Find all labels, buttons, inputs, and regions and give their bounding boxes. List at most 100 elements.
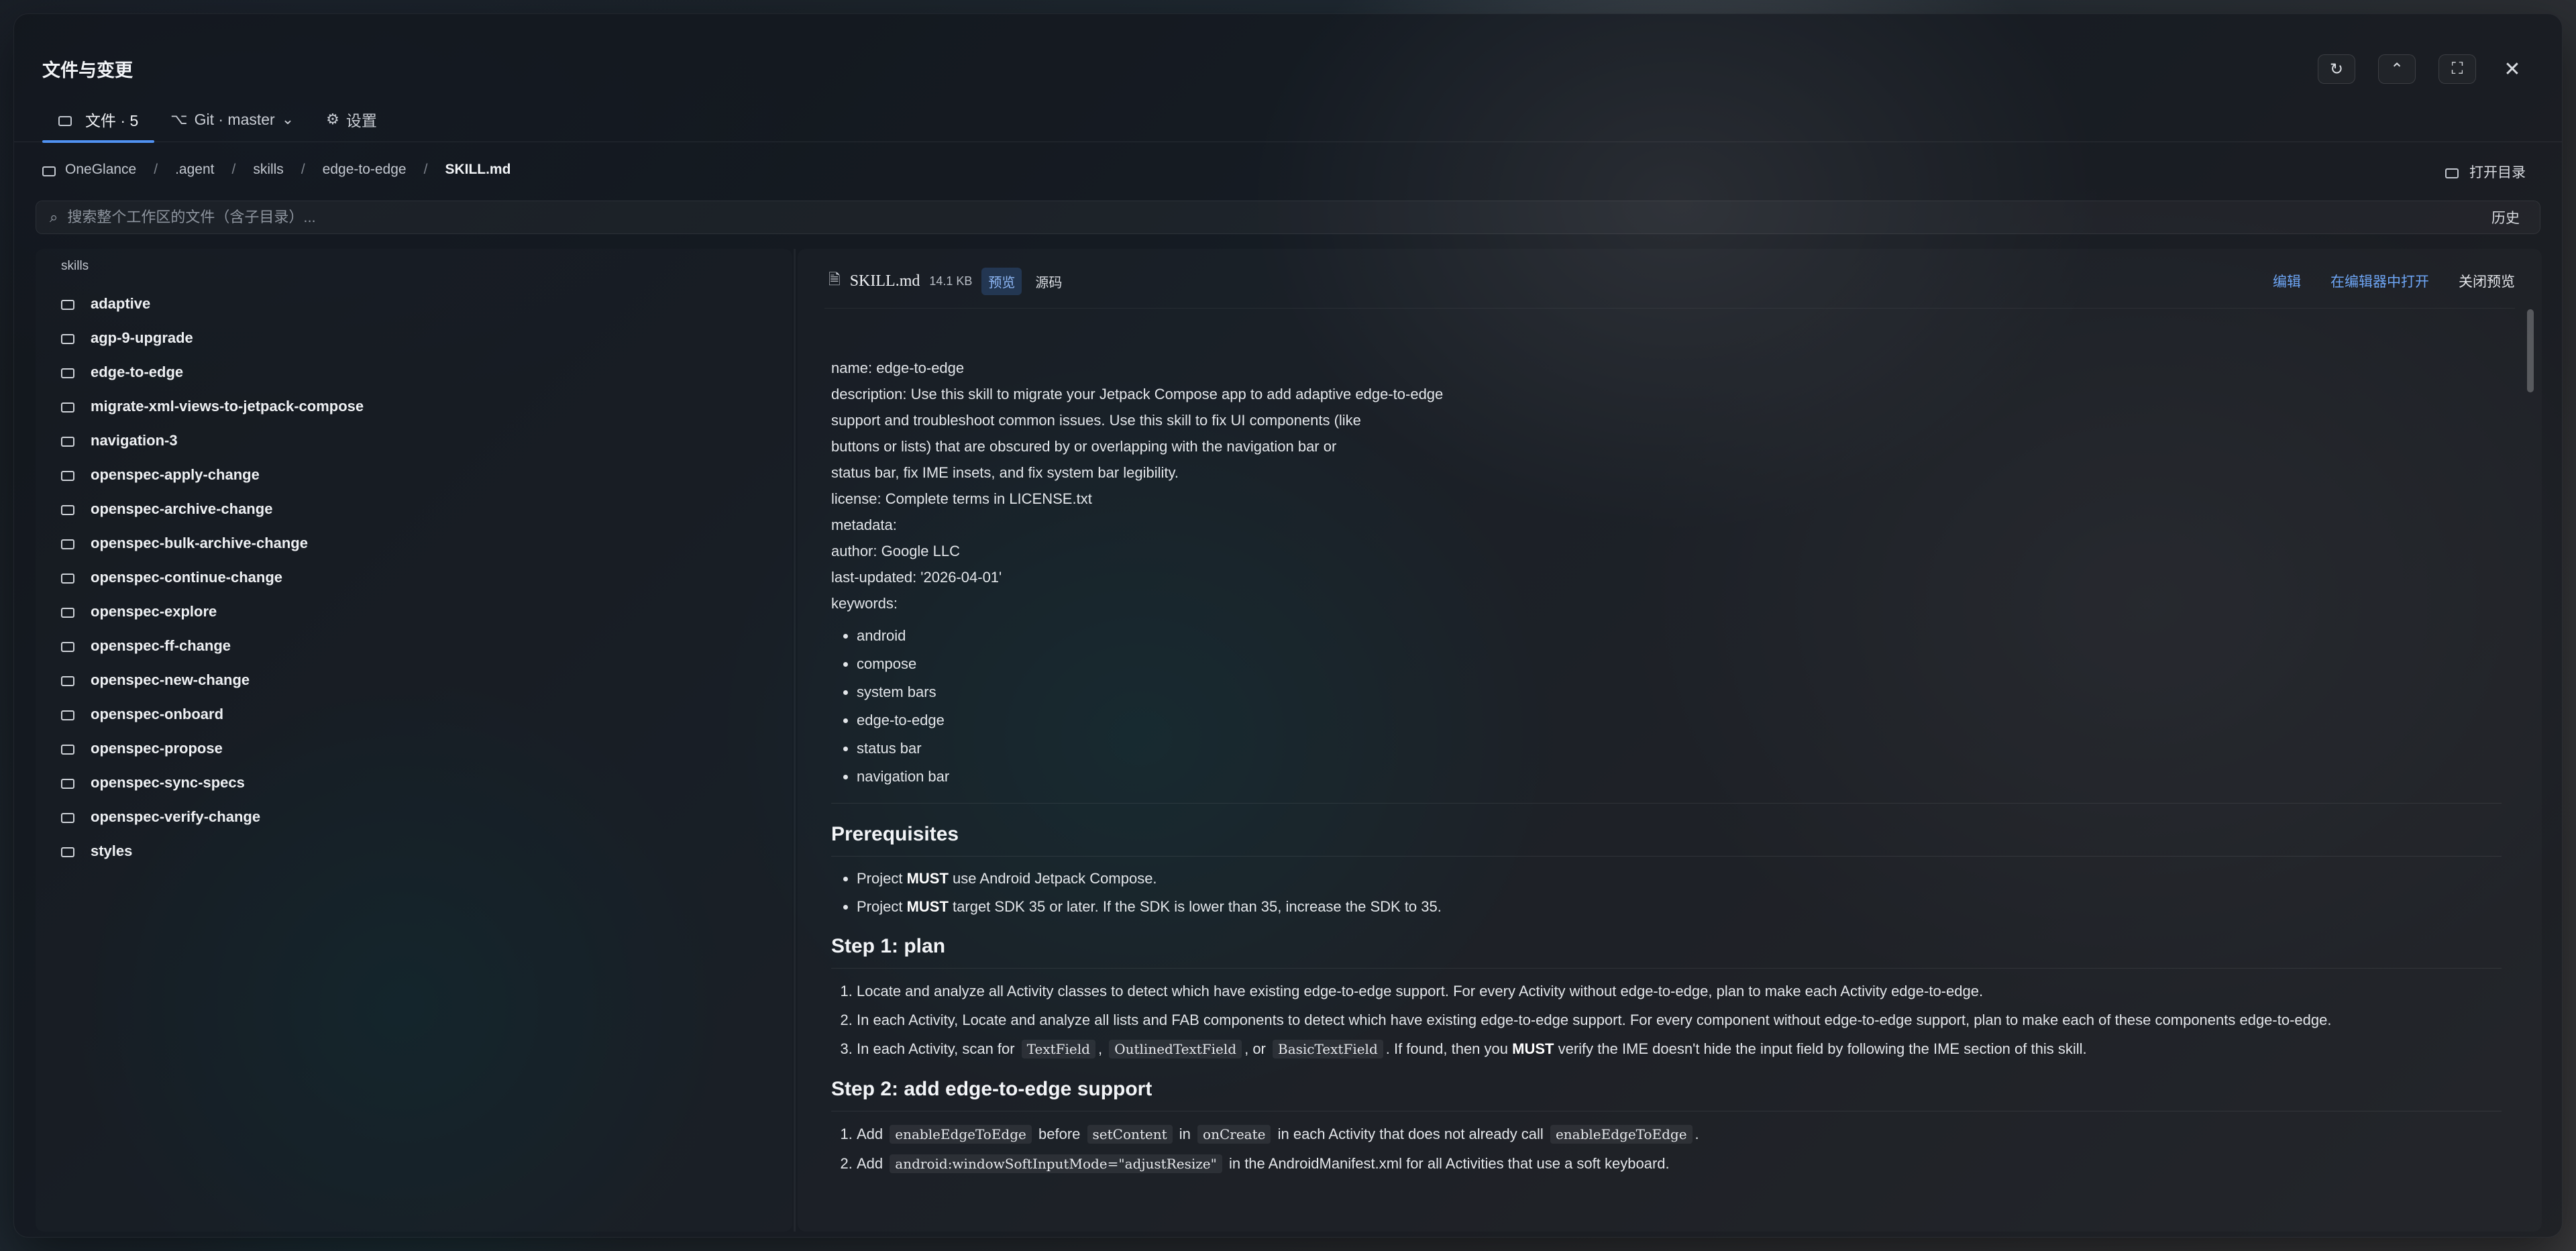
inline-code: enableEdgeToEdge — [1550, 1125, 1693, 1144]
folder-item[interactable]: styles — [61, 834, 364, 868]
frontmatter-line: status bar, fix IME insets, and fix syst… — [831, 464, 1179, 481]
maximize-button[interactable]: ⛶ — [2438, 54, 2476, 84]
breadcrumb-item[interactable]: .agent — [172, 162, 217, 178]
breadcrumb-current: SKILL.md — [445, 162, 511, 177]
folder-icon — [61, 334, 74, 344]
search-input[interactable] — [67, 209, 2491, 226]
keywords-list: android compose system bars edge-to-edge… — [831, 622, 2502, 791]
git-branch-icon: ⌥ — [170, 111, 188, 127]
step1-list: Locate and analyze all Activity classes … — [831, 977, 2502, 1064]
prerequisites-list: Project MUST use Android Jetpack Compose… — [831, 865, 2502, 921]
breadcrumb-item[interactable]: edge-to-edge — [320, 162, 409, 178]
folder-item[interactable]: openspec-bulk-archive-change — [61, 526, 364, 560]
list-item: status bar — [857, 735, 2502, 763]
preview-header: 🗎 SKILL.md 14.1 KB 预览 源码 编辑 在编辑器中打开 关闭预览 — [828, 266, 2515, 296]
section-heading: Prerequisites — [831, 821, 2502, 857]
folder-item[interactable]: openspec-onboard — [61, 697, 364, 731]
chevron-up-icon: ⌃ — [2390, 60, 2404, 78]
preview-scrollbar[interactable] — [2527, 309, 2534, 1221]
tab-git[interactable]: ⌥ Git · master ⌄ — [154, 100, 310, 142]
folder-item[interactable]: migrate-xml-views-to-jetpack-compose — [61, 389, 364, 423]
preview-mode-button[interactable]: 预览 — [981, 267, 1022, 295]
folder-icon — [61, 710, 74, 720]
folder-name: openspec-explore — [91, 602, 217, 620]
preview-actions: 编辑 在编辑器中打开 关闭预览 — [2273, 271, 2515, 291]
refresh-icon: ↻ — [2329, 60, 2344, 78]
folder-name: styles — [91, 842, 133, 859]
window-title: 文件与变更 — [42, 60, 133, 80]
folder-icon — [61, 539, 74, 549]
tab-settings[interactable]: ⚙ 设置 — [310, 100, 393, 142]
folder-icon — [61, 847, 74, 857]
folder-icon — [61, 779, 74, 789]
frontmatter-line: author: Google LLC — [831, 543, 961, 559]
frontmatter-line: last-updated: '2026-04-01' — [831, 569, 1002, 586]
collapse-button[interactable]: ⌃ — [2378, 54, 2416, 84]
panel-resize-handle[interactable] — [794, 249, 796, 1232]
file-size: 14.1 KB — [929, 274, 973, 288]
breadcrumb-item[interactable]: skills — [250, 162, 286, 178]
close-button[interactable]: ✕ — [2499, 54, 2526, 84]
folder-icon — [61, 608, 74, 618]
file-tree: adaptive agp-9-upgrade edge-to-edge migr… — [61, 286, 364, 868]
folder-name: openspec-apply-change — [91, 466, 260, 483]
folder-item[interactable]: agp-9-upgrade — [61, 321, 364, 355]
file-name: SKILL.md — [849, 272, 920, 290]
open-directory-button[interactable]: 打开目录 — [2445, 162, 2526, 182]
folder-name: openspec-onboard — [91, 705, 224, 722]
folder-icon — [2445, 168, 2459, 178]
frontmatter-line: support and troubleshoot common issues. … — [831, 412, 1361, 429]
scrollbar-thumb[interactable] — [2527, 309, 2534, 392]
file-icon: 🗎 — [828, 271, 841, 288]
folder-item[interactable]: navigation-3 — [61, 423, 364, 457]
folder-item[interactable]: openspec-archive-change — [61, 492, 364, 526]
tab-files[interactable]: 文件 · 5 — [42, 100, 155, 143]
breadcrumb-separator: / — [301, 162, 305, 177]
tab-settings-label: 设置 — [345, 112, 377, 129]
folder-item[interactable]: openspec-apply-change — [61, 457, 364, 492]
folder-icon — [61, 813, 74, 823]
folder-icon — [61, 505, 74, 515]
folder-name: edge-to-edge — [91, 363, 184, 380]
folder-item[interactable]: openspec-continue-change — [61, 560, 364, 594]
frontmatter-line: description: Use this skill to migrate y… — [831, 386, 1444, 402]
inline-code: TextField — [1021, 1040, 1095, 1058]
folder-name: navigation-3 — [91, 431, 178, 449]
folder-item[interactable]: openspec-sync-specs — [61, 765, 364, 800]
tab-files-label: 文件 · 5 — [85, 112, 139, 129]
folder-name: openspec-bulk-archive-change — [91, 534, 308, 551]
inline-code: android:windowSoftInputMode="adjustResiz… — [890, 1154, 1222, 1173]
folder-item[interactable]: openspec-ff-change — [61, 629, 364, 663]
list-item: navigation bar — [857, 763, 2502, 791]
folder-icon — [61, 402, 74, 413]
folder-name: openspec-new-change — [91, 671, 250, 688]
list-item: Locate and analyze all Activity classes … — [857, 977, 2502, 1005]
frontmatter-line: metadata: — [831, 516, 897, 533]
open-in-editor-button[interactable]: 在编辑器中打开 — [2330, 271, 2429, 291]
refresh-button[interactable]: ↻ — [2318, 54, 2355, 84]
source-mode-button[interactable]: 源码 — [1028, 268, 1069, 295]
folder-name: adaptive — [91, 294, 151, 312]
edit-button[interactable]: 编辑 — [2273, 271, 2301, 291]
list-item: In each Activity, scan for TextField, Ou… — [857, 1034, 2502, 1064]
markdown-document: name: edge-to-edge description: Use this… — [831, 355, 2502, 1179]
folder-item[interactable]: edge-to-edge — [61, 355, 364, 389]
folder-item[interactable]: openspec-propose — [61, 731, 364, 765]
folder-item[interactable]: openspec-new-change — [61, 663, 364, 697]
breadcrumb: OneGlance / .agent / skills / edge-to-ed… — [42, 162, 513, 178]
folder-name: openspec-archive-change — [91, 500, 273, 517]
section-heading: Step 2: add edge-to-edge support — [831, 1076, 2502, 1111]
folder-item[interactable]: openspec-verify-change — [61, 800, 364, 834]
history-button[interactable]: 历史 — [2491, 207, 2526, 227]
inline-code: OutlinedTextField — [1109, 1040, 1242, 1058]
list-item: In each Activity, Locate and analyze all… — [857, 1005, 2502, 1034]
window-controls: ↻ ⌃ ⛶ ✕ — [2318, 54, 2526, 84]
open-directory-label: 打开目录 — [2469, 165, 2526, 180]
close-preview-button[interactable]: 关闭预览 — [2459, 271, 2515, 291]
folder-item[interactable]: adaptive — [61, 286, 364, 321]
folder-icon — [61, 368, 74, 378]
folder-item[interactable]: openspec-explore — [61, 594, 364, 629]
frontmatter-line: buttons or lists) that are obscured by o… — [831, 438, 1337, 455]
file-tree-panel: skills adaptive agp-9-upgrade edge-to-ed… — [36, 249, 792, 1232]
breadcrumb-item[interactable]: OneGlance — [62, 162, 139, 178]
